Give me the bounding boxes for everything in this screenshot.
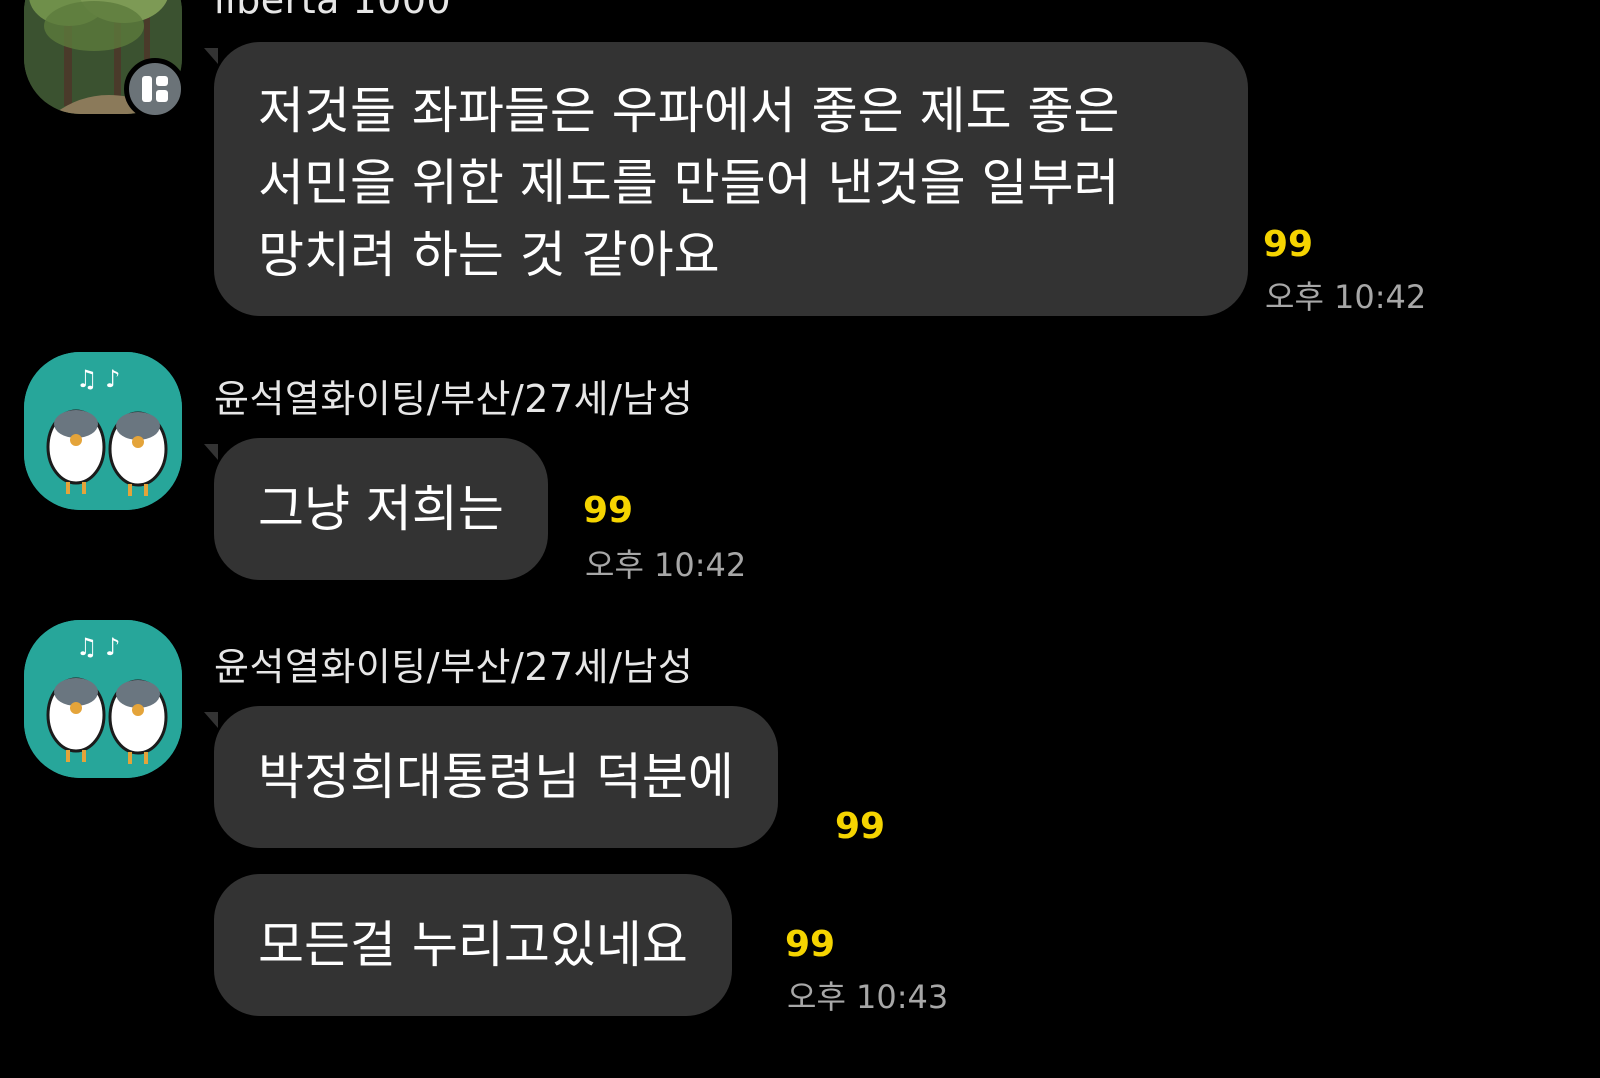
message-bubble[interactable]: 박정희대통령님 덕분에 <box>204 706 778 848</box>
penguin-avatar-icon: ♫ ♪ <box>24 620 182 778</box>
sender-name[interactable]: 윤석열화이팅/부산/27세/남성 <box>214 636 693 691</box>
read-count: 99 <box>1263 224 1314 265</box>
svg-text:♫ ♪: ♫ ♪ <box>76 365 120 393</box>
penguin-avatar-icon: ♫ ♪ <box>24 352 182 510</box>
sender-avatar-penguin[interactable]: ♫ ♪ <box>24 352 182 510</box>
message-bubble[interactable]: 그냥 저희는 <box>204 438 548 580</box>
message-line: 서민을 위한 제도를 만들어 낸것을 일부러 <box>258 154 1120 212</box>
message-line: 망치려 하는 것 같아요 <box>258 226 720 284</box>
message-time: 오후 10:42 <box>1265 278 1427 316</box>
message-text: 박정희대통령님 덕분에 <box>258 748 734 806</box>
read-count: 99 <box>583 490 634 531</box>
profile-badge-icon <box>124 58 186 120</box>
read-count: 99 <box>785 924 836 965</box>
message-line: 저것들 좌파들은 우파에서 좋은 제도 좋은 <box>258 82 1120 140</box>
svg-text:♫ ♪: ♫ ♪ <box>76 633 120 661</box>
sender-name[interactable]: 윤석열화이팅/부산/27세/남성 <box>214 368 693 423</box>
message-time: 오후 10:42 <box>585 546 747 584</box>
message-text: 모든걸 누리고있네요 <box>258 916 688 974</box>
message-bubble[interactable]: 저것들 좌파들은 우파에서 좋은 제도 좋은 서민을 위한 제도를 만들어 낸것… <box>204 42 1248 316</box>
message-bubble[interactable]: 모든걸 누리고있네요 <box>214 874 732 1016</box>
read-count: 99 <box>835 806 886 847</box>
message-text: 그냥 저희는 <box>258 480 504 538</box>
sender-avatar-penguin[interactable]: ♫ ♪ <box>24 620 182 778</box>
sender-name[interactable]: liberta 1000 <box>214 0 451 22</box>
message-time: 오후 10:43 <box>787 978 949 1016</box>
